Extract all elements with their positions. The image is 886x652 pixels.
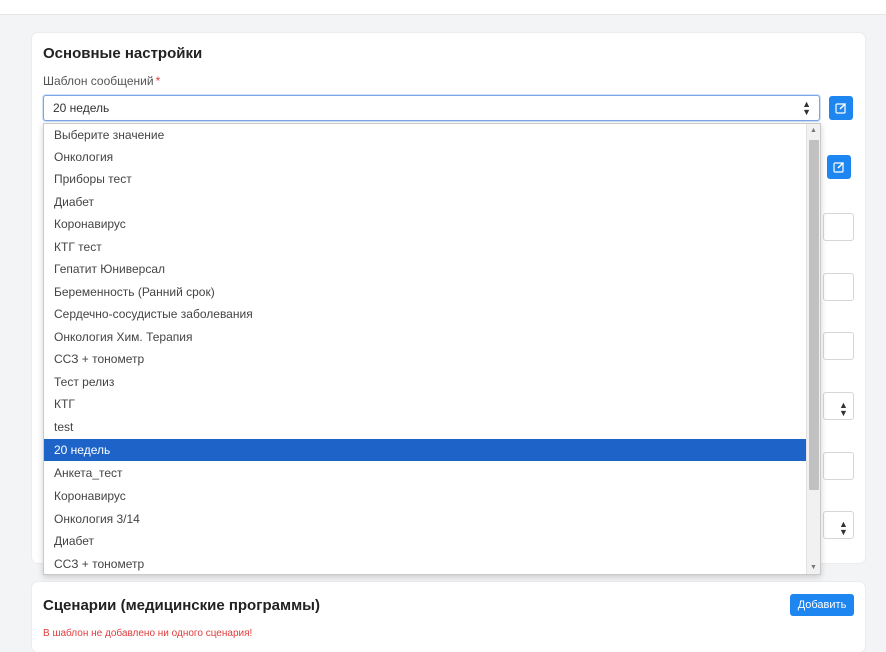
template-select[interactable]: 20 недель ▲ ▼: [43, 95, 820, 121]
edit-icon: [835, 102, 847, 114]
dropdown-option[interactable]: Приборы тест: [44, 168, 806, 190]
dropdown-option[interactable]: Диабет: [44, 191, 806, 213]
dropdown-option[interactable]: Тест релиз: [44, 371, 806, 393]
dropdown-option[interactable]: test: [44, 416, 806, 438]
scroll-down-icon[interactable]: ▼: [810, 564, 817, 571]
dropdown-option[interactable]: Гепатит Юниверсал: [44, 258, 806, 280]
scroll-up-icon[interactable]: ▲: [810, 127, 817, 134]
required-mark: *: [155, 74, 161, 88]
dropdown-option[interactable]: Онкология 3/14: [44, 508, 806, 530]
dropdown-option[interactable]: ССЗ + тонометр: [44, 553, 806, 574]
dropdown-option[interactable]: ССЗ + тонометр: [44, 348, 806, 370]
scrollbar-thumb[interactable]: [809, 140, 819, 490]
dropdown-option[interactable]: Диабет: [44, 530, 806, 552]
dropdown-option[interactable]: Онкология Хим. Терапия: [44, 326, 806, 348]
scenarios-card: [32, 582, 865, 652]
dropdown-option[interactable]: Коронавирус: [44, 485, 806, 507]
top-bar: [0, 0, 886, 15]
hidden-select-2[interactable]: ▲ ▼: [823, 511, 854, 539]
edit-template-button[interactable]: [829, 96, 853, 120]
edit-icon: [833, 161, 845, 173]
template-label: Шаблон сообщений *: [43, 74, 160, 88]
dropdown-option[interactable]: Сердечно-сосудистые заболевания: [44, 303, 806, 325]
template-select-value: 20 недель: [53, 101, 110, 115]
dropdown-scrollbar[interactable]: ▲ ▼: [806, 124, 820, 574]
hidden-input-1[interactable]: [823, 213, 854, 241]
dropdown-option[interactable]: КТГ: [44, 393, 806, 415]
template-label-text: Шаблон сообщений: [43, 74, 154, 88]
hidden-input-4[interactable]: [823, 452, 854, 480]
add-scenario-button[interactable]: Добавить: [790, 594, 854, 616]
dropdown-option-selected[interactable]: 20 недель: [44, 439, 806, 461]
dropdown-option[interactable]: Анкета_тест: [44, 462, 806, 484]
edit-button-secondary[interactable]: [827, 155, 851, 179]
template-dropdown: Выберите значение Онкология Приборы тест…: [43, 123, 821, 575]
main-settings-title: Основные настройки: [43, 45, 203, 62]
hidden-select-1[interactable]: ▲ ▼: [823, 392, 854, 420]
hidden-input-2[interactable]: [823, 273, 854, 301]
dropdown-option[interactable]: Онкология: [44, 146, 806, 168]
sort-arrows-icon: ▲ ▼: [839, 400, 848, 418]
sort-arrows-icon: ▲ ▼: [802, 99, 811, 117]
hidden-input-3[interactable]: [823, 332, 854, 360]
dropdown-option[interactable]: КТГ тест: [44, 236, 806, 258]
sort-arrows-icon: ▲ ▼: [839, 519, 848, 537]
scenarios-title: Сценарии (медицинские программы): [43, 597, 320, 614]
dropdown-option[interactable]: Беременность (Ранний срок): [44, 281, 806, 303]
dropdown-option[interactable]: Выберите значение: [44, 124, 806, 146]
dropdown-option[interactable]: Коронавирус: [44, 213, 806, 235]
no-scenarios-warning: В шаблон не добавлено ни одного сценария…: [43, 628, 253, 639]
